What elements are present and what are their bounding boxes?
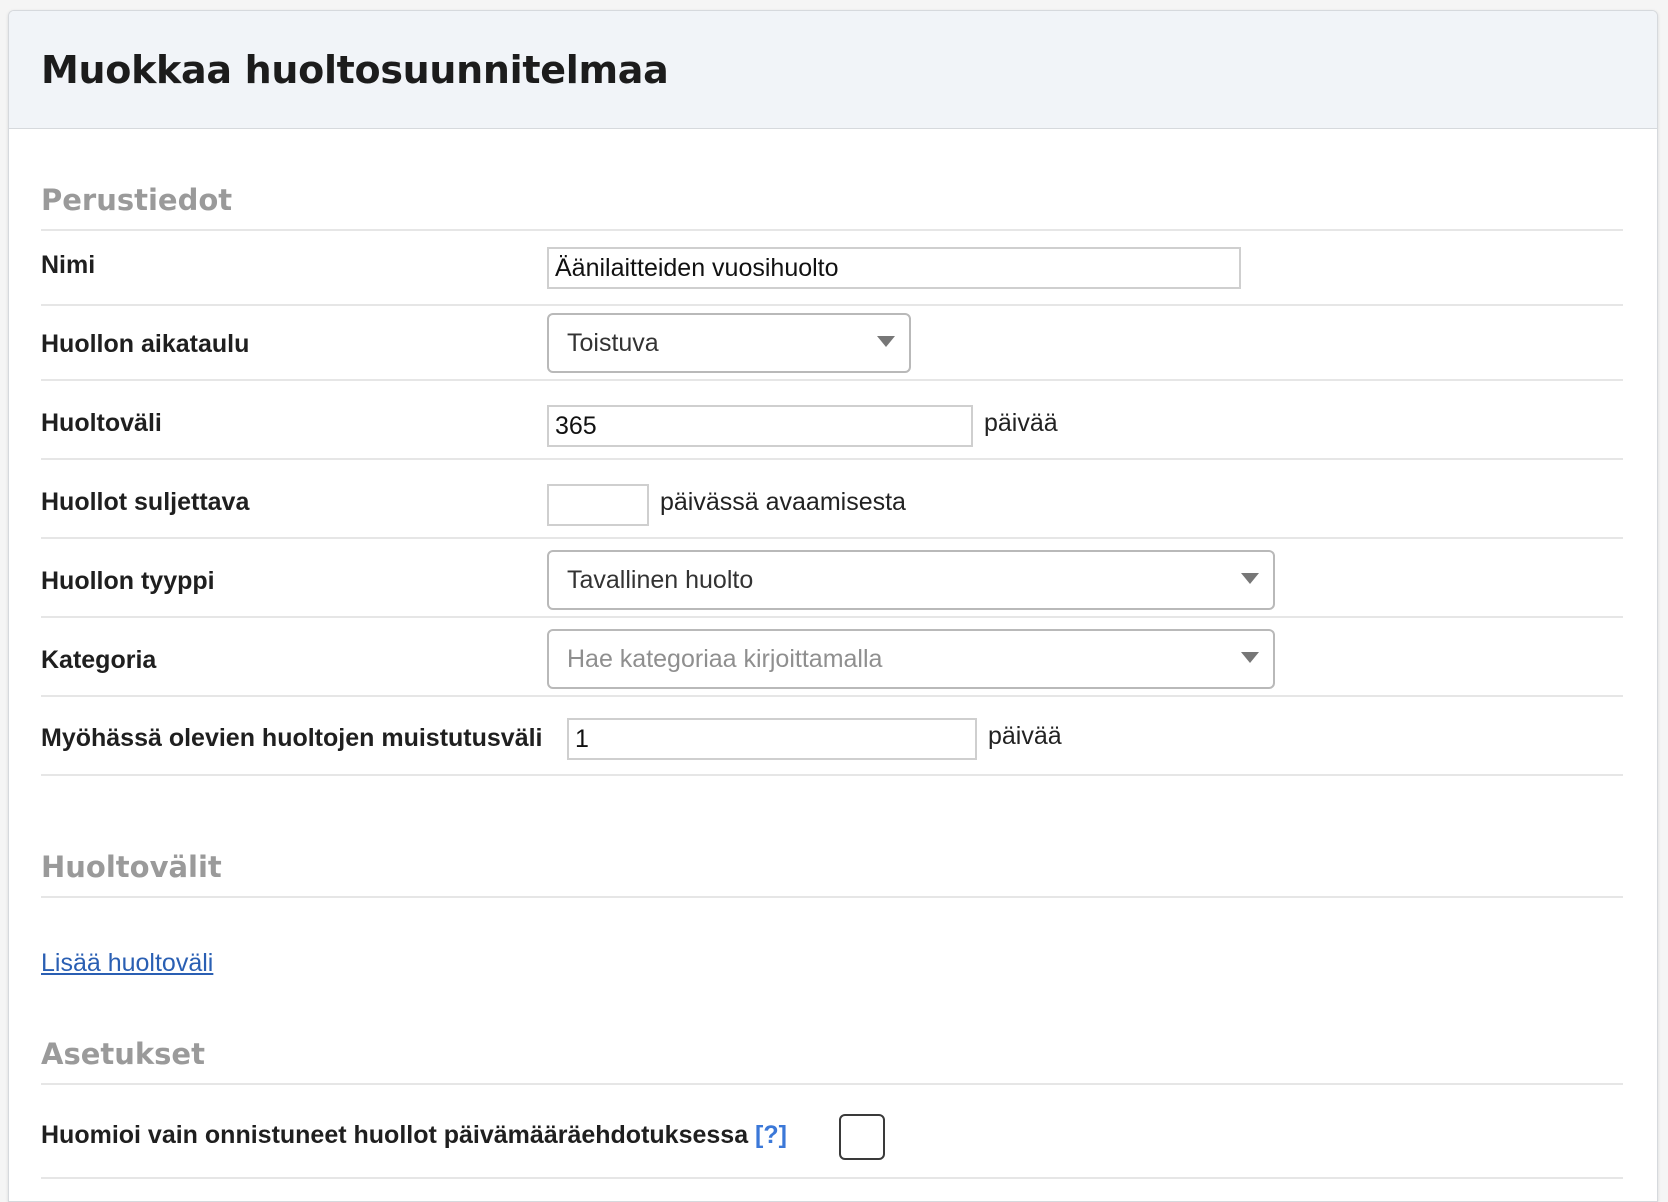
schedule-selected-value: Toistuva bbox=[567, 329, 659, 357]
close-within-label: Huollot suljettava bbox=[41, 488, 250, 516]
reminder-unit: päivää bbox=[988, 722, 1062, 750]
help-link[interactable]: [?] bbox=[755, 1121, 787, 1149]
section-title-basic: Perustiedot bbox=[41, 183, 233, 217]
divider bbox=[41, 616, 1623, 618]
divider bbox=[41, 1177, 1623, 1179]
category-select[interactable]: Hae kategoriaa kirjoittamalla bbox=[547, 629, 1275, 689]
chevron-down-icon bbox=[877, 336, 895, 347]
close-within-input[interactable] bbox=[547, 484, 649, 526]
name-label: Nimi bbox=[41, 251, 96, 279]
section-title-intervals: Huoltovälit bbox=[41, 850, 222, 884]
interval-unit: päivää bbox=[984, 409, 1058, 437]
interval-input[interactable]: 365 bbox=[547, 405, 973, 447]
reminder-input[interactable]: 1 bbox=[567, 718, 977, 760]
type-selected-value: Tavallinen huolto bbox=[567, 566, 754, 594]
type-select[interactable]: Tavallinen huolto bbox=[547, 550, 1275, 610]
divider bbox=[41, 458, 1623, 460]
name-input[interactable]: Äänilaitteiden vuosihuolto bbox=[547, 247, 1241, 289]
category-placeholder: Hae kategoriaa kirjoittamalla bbox=[567, 645, 883, 673]
divider bbox=[41, 379, 1623, 381]
edit-maintenance-plan-panel: Muokkaa huoltosuunnitelmaa Perustiedot N… bbox=[8, 10, 1658, 1202]
category-label: Kategoria bbox=[41, 646, 157, 674]
divider bbox=[41, 1083, 1623, 1085]
schedule-label: Huollon aikataulu bbox=[41, 330, 250, 358]
interval-label: Huoltoväli bbox=[41, 409, 162, 437]
successful-only-label: Huomioi vain onnistuneet huollot päivämä… bbox=[41, 1121, 749, 1149]
divider bbox=[41, 537, 1623, 539]
panel-header: Muokkaa huoltosuunnitelmaa bbox=[9, 11, 1657, 129]
successful-only-row: Huomioi vain onnistuneet huollot päivämä… bbox=[41, 1121, 787, 1150]
divider bbox=[41, 229, 1623, 231]
type-label: Huollon tyyppi bbox=[41, 567, 215, 595]
successful-only-checkbox[interactable] bbox=[839, 1114, 885, 1160]
add-interval-link[interactable]: Lisää huoltoväli bbox=[41, 949, 213, 978]
divider bbox=[41, 695, 1623, 697]
divider bbox=[41, 774, 1623, 776]
divider bbox=[41, 304, 1623, 306]
reminder-label: Myöhässä olevien huoltojen muistutusväli bbox=[41, 724, 543, 752]
chevron-down-icon bbox=[1241, 652, 1259, 663]
schedule-select[interactable]: Toistuva bbox=[547, 313, 911, 373]
chevron-down-icon bbox=[1241, 573, 1259, 584]
divider bbox=[41, 896, 1623, 898]
page-title: Muokkaa huoltosuunnitelmaa bbox=[41, 47, 669, 92]
close-within-unit: päivässä avaamisesta bbox=[660, 488, 906, 516]
section-title-settings: Asetukset bbox=[41, 1037, 205, 1071]
